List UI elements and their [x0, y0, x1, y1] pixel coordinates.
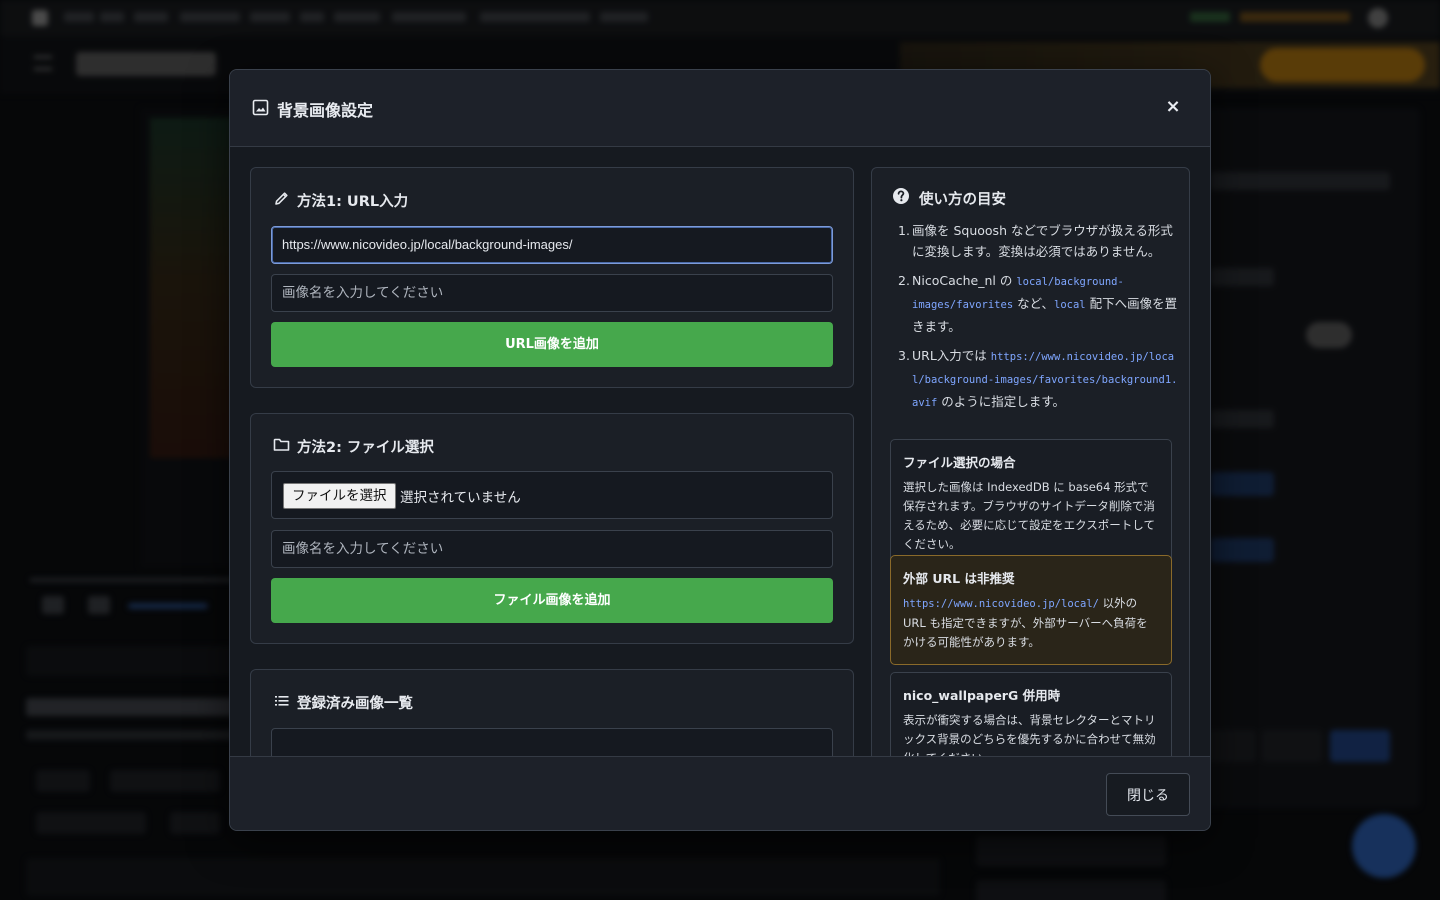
- background-image-settings-dialog: 背景画像設定 × 方法1: URL入力 https://www.nicovide…: [229, 69, 1211, 831]
- choose-file-button[interactable]: ファイルを選択: [283, 483, 396, 509]
- step-number: 1.: [898, 223, 910, 238]
- note-title: 外部 URL は非推奨: [903, 571, 1015, 586]
- note-text: https://www.nicovideo.jp/local/ 以外の URL …: [903, 594, 1159, 652]
- help-icon: [892, 187, 910, 209]
- url-section-title: 方法1: URL入力: [297, 194, 409, 210]
- image-icon: [252, 99, 269, 120]
- modal-body: 方法1: URL入力 https://www.nicovideo.jp/loca…: [230, 147, 1210, 756]
- registered-section-heading: 登録済み画像一覧: [273, 692, 413, 713]
- guide-step: 2. NicoCache_nl の local/background-image…: [898, 270, 1178, 337]
- wallpaper-compat-note: nico_wallpaperG 併用時 表示が衝突する場合は、背景セレクターとマ…: [890, 672, 1172, 756]
- add-url-image-button[interactable]: URL画像を追加: [271, 322, 833, 367]
- step-text: NicoCache_nl の: [912, 273, 1017, 288]
- modal-header: 背景画像設定 ×: [230, 70, 1210, 147]
- guide-steps: 1. 画像を Squoosh などでブラウザが扱える形式に変換します。変換は必須…: [898, 220, 1178, 422]
- add-file-image-button[interactable]: ファイル画像を追加: [271, 578, 833, 623]
- url-input[interactable]: https://www.nicovideo.jp/local/backgroun…: [271, 226, 833, 264]
- url-section-heading: 方法1: URL入力: [273, 190, 408, 211]
- url-input-section: 方法1: URL入力 https://www.nicovideo.jp/loca…: [250, 167, 854, 388]
- note-code: https://www.nicovideo.jp/local/: [903, 598, 1099, 610]
- modal-title-group: 背景画像設定: [252, 97, 373, 121]
- usage-guide-panel: 使い方の目安 1. 画像を Squoosh などでブラウザが扱える形式に変換しま…: [871, 167, 1190, 756]
- file-section-heading: 方法2: ファイル選択: [273, 436, 434, 457]
- step-text: のように指定します。: [937, 394, 1066, 409]
- modal-footer: 閉じる: [230, 756, 1210, 830]
- file-select-section: 方法2: ファイル選択 ファイルを選択 選択されていません 画像名を入力してくだ…: [250, 413, 854, 644]
- folder-icon: [273, 436, 290, 457]
- guide-step: 3. URL入力では https://www.nicovideo.jp/loca…: [898, 345, 1178, 414]
- note-title: ファイル選択の場合: [903, 455, 1016, 470]
- step-number: 2.: [898, 273, 910, 288]
- file-image-name-input[interactable]: 画像名を入力してください: [271, 530, 833, 568]
- external-url-warning: 外部 URL は非推奨 https://www.nicovideo.jp/loc…: [890, 555, 1172, 665]
- close-icon[interactable]: ×: [1162, 96, 1184, 118]
- file-selection-note: ファイル選択の場合 選択した画像は IndexedDB に base64 形式で…: [890, 439, 1172, 567]
- step-text: など、: [1013, 296, 1055, 311]
- step-text: URL入力では: [912, 348, 991, 363]
- url-image-name-input[interactable]: 画像名を入力してください: [271, 274, 833, 312]
- file-input: ファイルを選択 選択されていません: [271, 471, 833, 519]
- list-icon: [273, 692, 290, 713]
- step-number: 3.: [898, 348, 910, 363]
- guide-title: 使い方の目安: [919, 191, 1006, 208]
- registered-section-title: 登録済み画像一覧: [297, 696, 413, 712]
- guide-heading: 使い方の目安: [892, 187, 1006, 209]
- pencil-icon: [273, 190, 290, 211]
- modal-title: 背景画像設定: [277, 101, 374, 120]
- close-button[interactable]: 閉じる: [1106, 773, 1190, 816]
- note-text: 表示が衝突する場合は、背景セレクターとマトリックス背景のどちらを優先するかに合わ…: [903, 713, 1156, 756]
- step-text: 画像を Squoosh などでブラウザが扱える形式に変換します。変換は必須ではあ…: [912, 223, 1173, 259]
- note-text: 選択した画像は IndexedDB に base64 形式で保存されます。ブラウ…: [903, 480, 1155, 551]
- step-code: local: [1054, 299, 1086, 311]
- guide-step: 1. 画像を Squoosh などでブラウザが扱える形式に変換します。変換は必須…: [898, 220, 1178, 262]
- registered-images-list: [271, 728, 833, 756]
- file-section-title: 方法2: ファイル選択: [297, 440, 434, 456]
- note-title: nico_wallpaperG 併用時: [903, 688, 1061, 703]
- registered-images-section: 登録済み画像一覧: [250, 669, 854, 756]
- file-status: 選択されていません: [400, 490, 521, 506]
